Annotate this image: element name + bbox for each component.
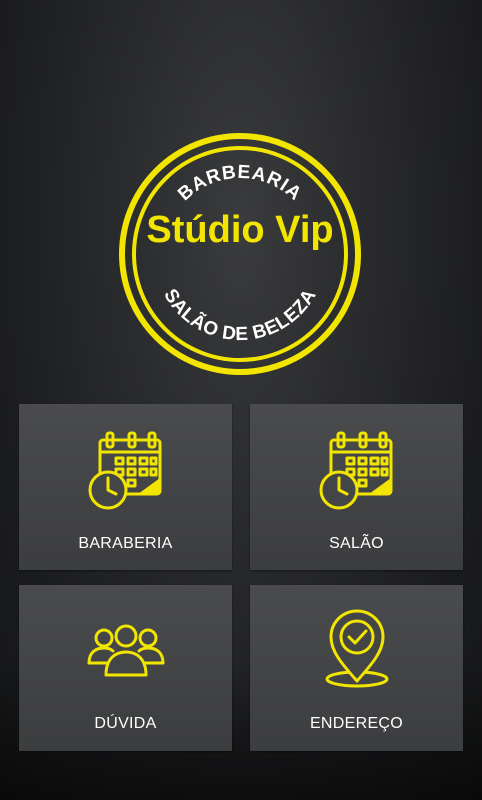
svg-text:SALÃO DE BELEZA: SALÃO DE BELEZA bbox=[159, 285, 320, 345]
tile-label: DÚVIDA bbox=[94, 715, 157, 732]
tile-label: SALÃO bbox=[329, 535, 384, 552]
tile-endereco[interactable]: ENDEREÇO bbox=[250, 585, 463, 751]
tile-barbearia[interactable]: BARABERIA bbox=[19, 404, 232, 570]
location-check-icon bbox=[325, 609, 388, 688]
svg-text:BARBEARIA: BARBEARIA bbox=[174, 162, 306, 205]
calendar-clock-icon bbox=[88, 431, 161, 510]
studio-vip-logo: BARBEARIA Stúdio Vip SALÃO DE BELEZA bbox=[119, 133, 361, 375]
group-icon bbox=[87, 624, 164, 677]
calendar-clock-icon bbox=[319, 431, 392, 510]
tile-label: BARABERIA bbox=[78, 535, 173, 552]
tile-salao[interactable]: SALÃO bbox=[250, 404, 463, 570]
tile-duvida[interactable]: DÚVIDA bbox=[19, 585, 232, 751]
logo-title: Stúdio Vip bbox=[146, 209, 333, 251]
logo-top-text: BARBEARIA bbox=[174, 162, 305, 205]
tile-label: ENDEREÇO bbox=[309, 715, 404, 732]
logo-bottom-text: SALÃO DE BELEZA bbox=[159, 285, 320, 345]
